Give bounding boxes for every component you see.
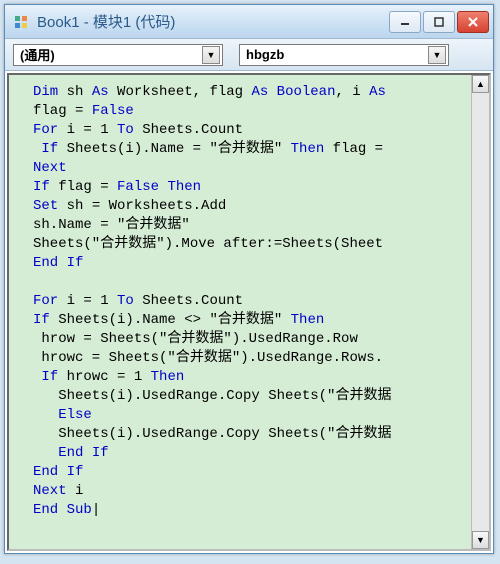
maximize-button[interactable] xyxy=(423,11,455,33)
procedure-dropdown[interactable]: hbgzb ▼ xyxy=(239,44,449,66)
scroll-down-button[interactable]: ▼ xyxy=(472,531,489,549)
close-button[interactable] xyxy=(457,11,489,33)
toolbar: (通用) ▼ hbgzb ▼ xyxy=(5,39,493,71)
app-icon xyxy=(13,14,29,30)
code-area: Dim sh As Worksheet, flag As Boolean, i … xyxy=(7,73,491,551)
window-title: Book1 - 模块1 (代码) xyxy=(37,11,389,32)
dropdown-arrow-icon: ▼ xyxy=(202,46,220,64)
vertical-scrollbar[interactable]: ▲ ▼ xyxy=(471,75,489,549)
procedure-dropdown-value: hbgzb xyxy=(246,47,428,62)
dropdown-arrow-icon: ▼ xyxy=(428,46,446,64)
window-buttons xyxy=(389,11,489,33)
titlebar[interactable]: Book1 - 模块1 (代码) xyxy=(5,5,493,39)
object-dropdown[interactable]: (通用) ▼ xyxy=(13,44,223,66)
code-editor[interactable]: Dim sh As Worksheet, flag As Boolean, i … xyxy=(9,75,471,549)
object-dropdown-value: (通用) xyxy=(20,45,202,64)
minimize-button[interactable] xyxy=(389,11,421,33)
scroll-up-button[interactable]: ▲ xyxy=(472,75,489,93)
scroll-track[interactable] xyxy=(472,93,489,531)
vba-code-window: Book1 - 模块1 (代码) (通用) ▼ hbgzb ▼ Dim sh A… xyxy=(4,4,494,554)
